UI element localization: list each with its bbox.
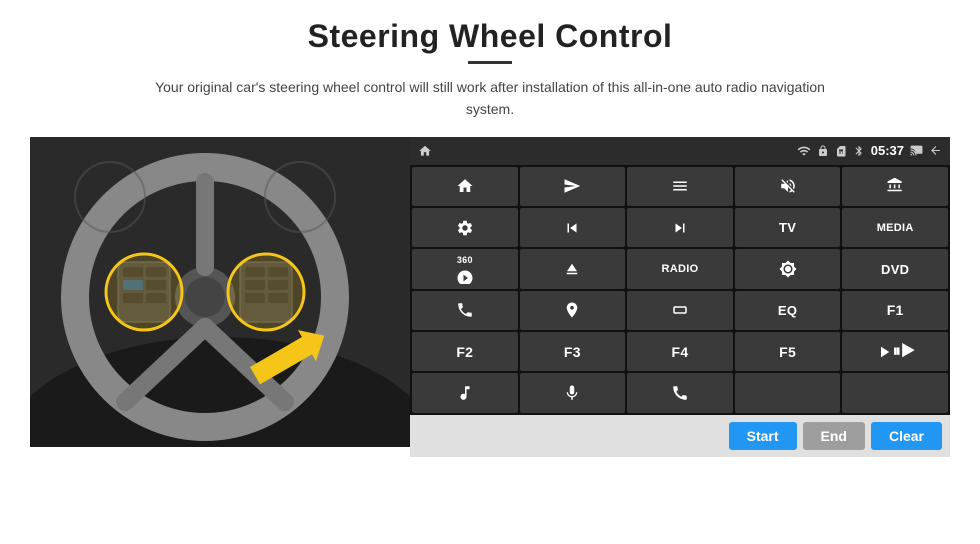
- btn-settings[interactable]: [412, 208, 518, 247]
- btn-eject[interactable]: [520, 249, 626, 288]
- btn-phone-call[interactable]: [412, 291, 518, 330]
- lock-icon: [817, 145, 829, 157]
- btn-f3[interactable]: F3: [520, 332, 626, 371]
- btn-f5[interactable]: F5: [735, 332, 841, 371]
- page-subtitle: Your original car's steering wheel contr…: [140, 76, 840, 121]
- steering-wheel-image: [30, 137, 410, 447]
- btn-navigation[interactable]: [520, 291, 626, 330]
- btn-mic[interactable]: [520, 373, 626, 412]
- btn-menu[interactable]: [627, 167, 733, 206]
- btn-forward[interactable]: [627, 208, 733, 247]
- btn-empty2[interactable]: [842, 373, 948, 412]
- end-button[interactable]: End: [803, 422, 865, 450]
- btn-phone-end[interactable]: [627, 373, 733, 412]
- page-title: Steering Wheel Control: [308, 18, 673, 55]
- btn-apps[interactable]: [842, 167, 948, 206]
- sim-icon: [835, 145, 847, 157]
- status-right: 05:37: [797, 143, 942, 158]
- page-container: Steering Wheel Control Your original car…: [0, 0, 980, 544]
- home-status-icon: [418, 144, 432, 158]
- btn-playpause[interactable]: ⏸▶: [842, 332, 948, 371]
- btn-f4[interactable]: F4: [627, 332, 733, 371]
- action-bar: Start End Clear: [410, 415, 950, 457]
- btn-f1[interactable]: F1: [842, 291, 948, 330]
- btn-screen-mode[interactable]: [627, 291, 733, 330]
- btn-360cam[interactable]: 360: [412, 249, 518, 288]
- btn-home[interactable]: [412, 167, 518, 206]
- content-row: 05:37: [30, 137, 950, 457]
- status-bar: 05:37: [410, 137, 950, 165]
- btn-music[interactable]: [412, 373, 518, 412]
- back-icon: [929, 144, 942, 157]
- clock-display: 05:37: [871, 143, 904, 158]
- btn-radio[interactable]: RADIO: [627, 249, 733, 288]
- wifi-icon: [797, 144, 811, 158]
- btn-media[interactable]: MEDIA: [842, 208, 948, 247]
- btn-empty1[interactable]: [735, 373, 841, 412]
- btn-rewind[interactable]: [520, 208, 626, 247]
- btn-mute[interactable]: [735, 167, 841, 206]
- clear-button[interactable]: Clear: [871, 422, 942, 450]
- btn-dvd[interactable]: DVD: [842, 249, 948, 288]
- btn-send[interactable]: [520, 167, 626, 206]
- status-left: [418, 144, 432, 158]
- title-divider: [468, 61, 512, 64]
- btn-eq[interactable]: EQ: [735, 291, 841, 330]
- ui-panel: 05:37: [410, 137, 950, 457]
- btn-tv[interactable]: TV: [735, 208, 841, 247]
- btn-brightness[interactable]: [735, 249, 841, 288]
- start-button[interactable]: Start: [729, 422, 797, 450]
- cast-icon: [910, 144, 923, 157]
- button-grid: TV MEDIA 360 RADIO DVD: [410, 165, 950, 415]
- bluetooth-icon: [853, 145, 865, 157]
- btn-f2[interactable]: F2: [412, 332, 518, 371]
